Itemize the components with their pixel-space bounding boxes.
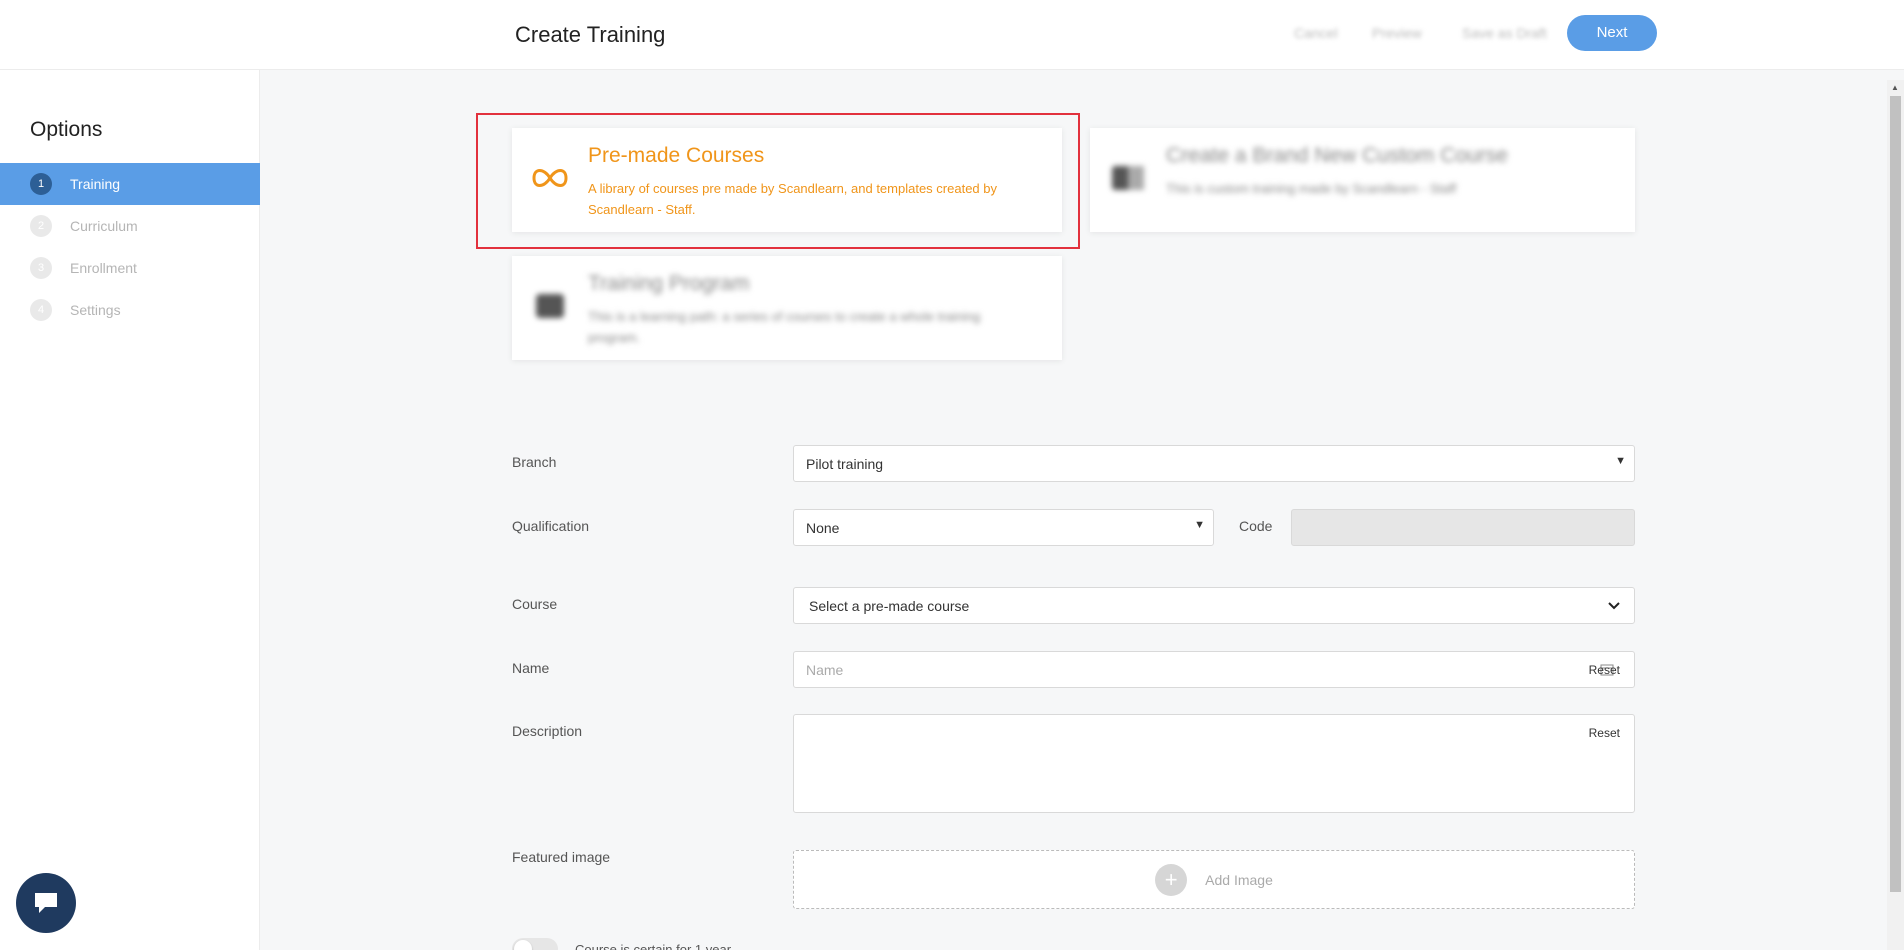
page-title: Create Training — [515, 22, 666, 47]
scrollbar-thumb[interactable] — [1890, 96, 1901, 892]
scroll-up-icon[interactable]: ▲ — [1891, 83, 1899, 92]
next-button[interactable]: Next — [1567, 15, 1657, 51]
featured-image-label: Featured image — [512, 849, 611, 865]
sidebar-step-training[interactable]: 1 Training — [0, 163, 260, 205]
cancel-button[interactable]: Cancel — [1294, 25, 1338, 41]
qualification-select[interactable]: None ▼ — [793, 509, 1214, 546]
step-label: Settings — [70, 302, 121, 318]
description-label: Description — [512, 723, 583, 739]
add-image-dropzone[interactable]: + Add Image — [793, 850, 1635, 909]
options-sidebar: Options 1 Training 2 Curriculum 3 Enroll… — [0, 70, 260, 950]
card-title: Training Program — [588, 272, 750, 295]
top-bar: Create Training Cancel Preview Save as D… — [0, 0, 1904, 70]
card-description: This is custom training made by Scandlea… — [1166, 181, 1457, 196]
chat-button[interactable] — [16, 873, 76, 933]
caret-down-icon: ▼ — [1194, 519, 1205, 531]
save-draft-button[interactable]: Save as Draft — [1462, 25, 1547, 41]
course-label: Course — [512, 596, 558, 612]
program-icon — [536, 294, 564, 318]
sidebar-step-curriculum[interactable]: 2 Curriculum — [0, 205, 260, 247]
branch-label: Branch — [512, 454, 557, 470]
name-label: Name — [512, 660, 550, 676]
card-title: Create a Brand New Custom Course — [1166, 144, 1508, 167]
qualification-value: None — [806, 520, 840, 536]
name-placeholder: Name — [806, 662, 844, 678]
sidebar-step-enrollment[interactable]: 3 Enrollment — [0, 247, 260, 289]
preview-button[interactable]: Preview — [1372, 25, 1422, 41]
chevron-down-icon — [1608, 602, 1620, 610]
sidebar-step-settings[interactable]: 4 Settings — [0, 289, 260, 331]
add-image-label: Add Image — [1205, 871, 1273, 888]
step-number: 2 — [30, 215, 52, 237]
card-title: Pre-made Courses — [588, 144, 765, 167]
step-label: Training — [70, 176, 121, 192]
step-number: 4 — [30, 299, 52, 321]
card-description: A library of courses pre made by Scandle… — [588, 181, 997, 217]
course-value: Select a pre-made course — [809, 598, 970, 614]
infinity-icon — [532, 169, 568, 187]
certificate-toggle[interactable] — [512, 938, 558, 950]
step-number: 1 — [30, 173, 52, 195]
description-reset-button[interactable]: Reset — [1589, 726, 1620, 740]
toggle-label: Course is certain for 1 year — [575, 942, 732, 950]
course-select[interactable]: Select a pre-made course — [793, 587, 1635, 624]
card-description: This is a learning path: a series of cou… — [588, 309, 981, 345]
sidebar-heading: Options — [30, 118, 103, 141]
branch-select[interactable]: Pilot training ▼ — [793, 445, 1635, 482]
name-input[interactable]: Name Reset — [793, 651, 1635, 688]
chat-bubble-icon — [35, 893, 57, 913]
toggle-knob — [514, 940, 532, 950]
qualification-label: Qualification — [512, 518, 590, 534]
custom-course-card[interactable]: Create a Brand New Custom Course This is… — [1090, 128, 1635, 232]
premade-courses-card[interactable]: Pre-made Courses A library of courses pr… — [512, 128, 1062, 232]
code-label: Code — [1239, 518, 1273, 534]
custom-course-icon — [1112, 166, 1144, 190]
description-textarea[interactable]: Reset — [793, 714, 1635, 813]
name-reset-button[interactable]: Reset — [1589, 663, 1620, 677]
branch-value: Pilot training — [806, 456, 884, 472]
step-number: 3 — [30, 257, 52, 279]
training-program-card[interactable]: Training Program This is a learning path… — [512, 256, 1062, 360]
code-input — [1291, 509, 1635, 546]
caret-down-icon: ▼ — [1615, 455, 1626, 467]
step-label: Curriculum — [70, 218, 138, 234]
plus-icon: + — [1155, 863, 1188, 896]
step-label: Enrollment — [70, 260, 137, 276]
